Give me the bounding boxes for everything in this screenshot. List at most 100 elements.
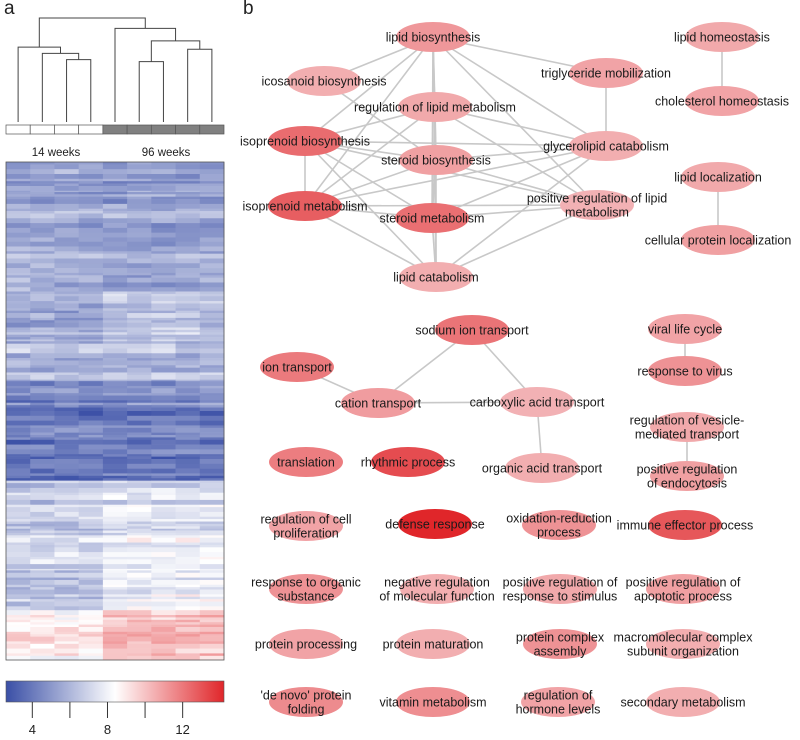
heatmap-cell (6, 388, 31, 394)
heatmap-cell (127, 636, 152, 642)
heatmap-cell (175, 425, 201, 429)
heatmap-cell (102, 456, 128, 460)
heatmap-cell (102, 643, 128, 649)
heatmap-cell (151, 343, 176, 349)
heatmap-cell (102, 495, 128, 501)
heatmap-cell (127, 381, 152, 387)
heatmap-cell (127, 415, 152, 421)
heatmap-cell (151, 449, 176, 455)
heatmap-cell (102, 251, 128, 254)
heatmap-cell (78, 559, 104, 565)
heatmap-cell (30, 223, 55, 229)
heatmap-cell (30, 174, 55, 180)
heatmap-cell (54, 478, 80, 481)
heatmap-cell (54, 407, 80, 412)
node-label: of molecular function (379, 590, 494, 604)
heatmap-cell (151, 624, 176, 628)
heatmap-cell (127, 449, 152, 455)
heatmap-cell (151, 495, 176, 501)
heatmap-cell (175, 653, 201, 657)
heatmap-cell (6, 196, 31, 200)
heatmap-cell (54, 341, 80, 344)
heatmap-cell (30, 241, 55, 247)
heatmap-cell (6, 420, 31, 426)
heatmap-cell (175, 194, 201, 197)
heatmap-cell (127, 599, 152, 602)
heatmap-cell (6, 327, 31, 331)
heatmap-cell (6, 211, 31, 214)
heatmap-cell (30, 303, 55, 309)
heatmap-cell (127, 303, 152, 309)
heatmap-cell (30, 263, 55, 269)
heatmap-cell (127, 653, 152, 657)
heatmap-cell (78, 388, 104, 394)
heatmap-cell (199, 258, 225, 264)
node-cholesterol-homeostasis: cholesterol homeostasis (655, 86, 789, 116)
heatmap-cell (30, 599, 55, 602)
heatmap-cell (30, 547, 55, 553)
heatmap-cell (54, 507, 80, 513)
heatmap-cell (102, 393, 128, 396)
heatmap-cell (175, 519, 201, 522)
heatmap-cell (30, 584, 55, 588)
heatmap-cell (6, 332, 31, 335)
heatmap-cell (78, 337, 104, 340)
heatmap-cell (6, 339, 31, 342)
heatmap-cell (151, 296, 176, 302)
heatmap-cell (175, 478, 201, 481)
heatmap-cell (175, 353, 201, 359)
heatmap-cell (78, 556, 104, 560)
heatmap-cell (6, 584, 31, 588)
heatmap-cell (102, 381, 128, 387)
heatmap-cell (78, 420, 104, 426)
heatmap-cell (151, 610, 176, 616)
heatmap-cell (199, 648, 225, 654)
heatmap-cell (175, 589, 201, 595)
heatmap-cell (175, 499, 201, 506)
heatmap-cell (54, 372, 80, 376)
heatmap-cell (102, 253, 128, 259)
heatmap-cell (78, 594, 104, 598)
heatmap-cell (78, 653, 104, 657)
heatmap-cell (102, 526, 128, 530)
heatmap-cell (30, 532, 55, 536)
heatmap-cell (127, 589, 152, 595)
heatmap-cell (6, 253, 31, 259)
dendrogram-branch (150, 40, 201, 62)
heatmap-cell (175, 594, 201, 598)
heatmap-cell (54, 385, 80, 389)
heatmap-cell (78, 313, 104, 319)
heatmap-cell (78, 523, 104, 527)
heatmap-cell (151, 643, 176, 649)
heatmap-cell (199, 425, 225, 429)
heatmap-cell (54, 596, 80, 600)
heatmap-cell (199, 400, 225, 404)
heatmap-cell (30, 400, 55, 404)
heatmap-cell (102, 296, 128, 302)
heatmap-cell (6, 218, 31, 224)
heatmap-cell (54, 519, 80, 522)
node-positive-regulation-response-stimulus: positive regulation ofresponse to stimul… (503, 574, 618, 604)
node-defense-response: defense response (385, 509, 485, 539)
heatmap-cell (199, 196, 225, 200)
heatmap-cell (54, 365, 80, 368)
heatmap-cell (151, 339, 176, 342)
heatmap-cell (127, 572, 152, 578)
heatmap-cell (54, 521, 80, 525)
heatmap-cell (175, 253, 201, 259)
heatmap-cell (151, 564, 176, 570)
heatmap-cell (6, 343, 31, 349)
heatmap-cell (151, 615, 176, 618)
heatmap-cell (30, 313, 55, 319)
heatmap-cell (175, 530, 201, 534)
heatmap-cell (54, 627, 80, 633)
heatmap-cell (6, 631, 31, 635)
heatmap-cell (151, 186, 176, 192)
heatmap-cell (6, 523, 31, 527)
heatmap-cell (102, 653, 128, 657)
heatmap-cell (199, 599, 225, 602)
heatmap-cell (30, 237, 55, 242)
heatmap-cell (151, 559, 176, 565)
heatmap-cell (102, 203, 128, 209)
heatmap-cell (175, 564, 201, 570)
